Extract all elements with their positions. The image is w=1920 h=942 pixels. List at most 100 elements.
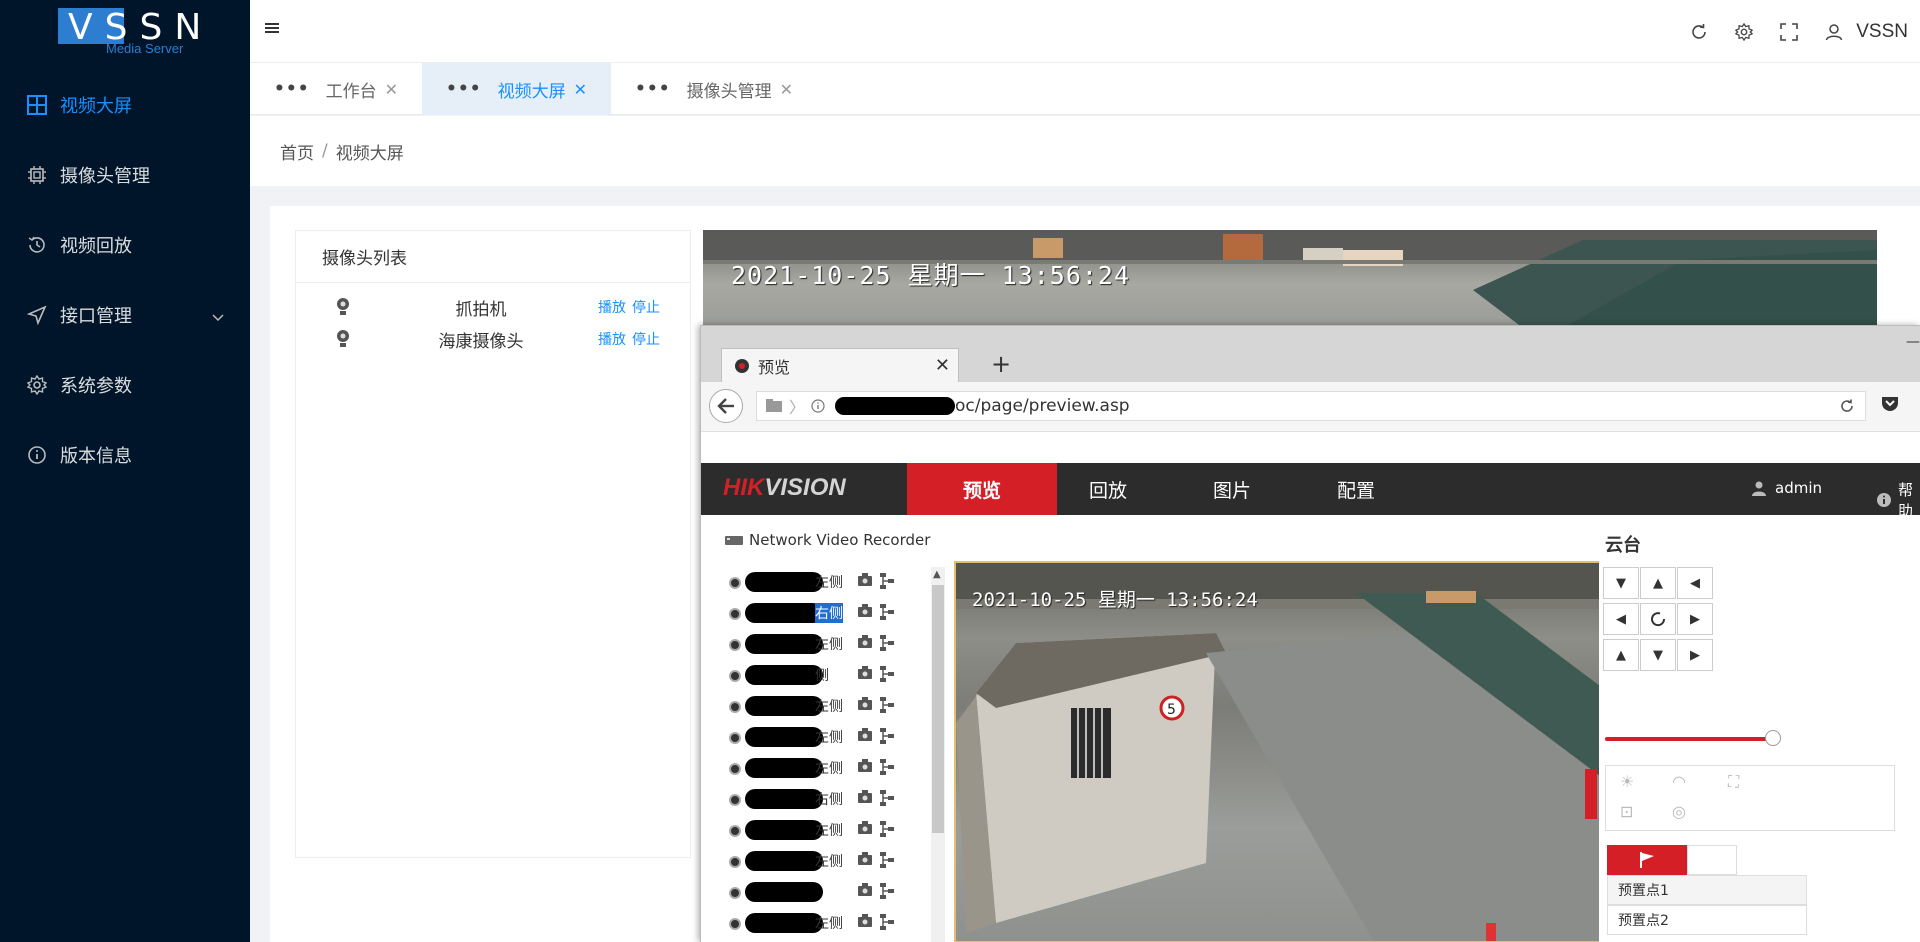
focus-icon[interactable]: ⛶ bbox=[1728, 772, 1739, 792]
sidebar-item-video-wall[interactable]: 视频大屏 bbox=[0, 70, 250, 140]
record-icon[interactable] bbox=[857, 604, 873, 622]
ptz-collapse-handle[interactable] bbox=[1585, 769, 1597, 819]
scroll-thumb[interactable] bbox=[932, 585, 944, 833]
channel-row[interactable]: 左侧 bbox=[723, 846, 894, 877]
channel-row[interactable]: 左侧 bbox=[723, 815, 894, 846]
record-icon[interactable] bbox=[857, 573, 873, 591]
more-icon[interactable]: ••• bbox=[274, 79, 310, 99]
wiper-icon[interactable]: ◠ bbox=[1672, 772, 1686, 791]
play-button[interactable]: 播放 bbox=[598, 300, 626, 316]
record-icon[interactable] bbox=[857, 635, 873, 653]
info-icon[interactable] bbox=[811, 399, 825, 413]
scroll-up-icon[interactable]: ▲ bbox=[933, 569, 941, 580]
3d-icon[interactable]: ◎ bbox=[1672, 802, 1686, 821]
channel-row[interactable]: 侧 bbox=[723, 660, 894, 691]
record-icon[interactable] bbox=[857, 728, 873, 746]
browser-tab[interactable]: 预览 ✕ bbox=[721, 348, 959, 382]
fullscreen-icon[interactable] bbox=[1779, 22, 1799, 42]
ptz-up-right-button[interactable]: ◀ bbox=[1677, 567, 1713, 599]
stream-icon[interactable] bbox=[879, 789, 895, 811]
close-icon[interactable]: ✕ bbox=[780, 80, 793, 99]
stream-icon[interactable] bbox=[879, 696, 895, 718]
ptz-down-right-button[interactable]: ▶ bbox=[1677, 639, 1713, 671]
sidebar-item-camera-management[interactable]: 摄像头管理 bbox=[0, 140, 250, 210]
channel-row[interactable]: 左侧 bbox=[723, 722, 894, 753]
nvr-title[interactable]: Network Video Recorder bbox=[725, 531, 930, 549]
settings-icon[interactable] bbox=[1734, 22, 1754, 42]
pocket-icon[interactable] bbox=[1881, 396, 1899, 416]
breadcrumb-home[interactable]: 首页 bbox=[280, 139, 314, 164]
sidebar-item-system-params[interactable]: 系统参数 bbox=[0, 350, 250, 420]
channel-row[interactable]: 左侧 bbox=[723, 567, 894, 598]
preset-tab[interactable] bbox=[1607, 845, 1687, 875]
ptz-left-button[interactable]: ◀ bbox=[1603, 603, 1639, 635]
more-icon[interactable]: ••• bbox=[446, 79, 482, 99]
video-player-top[interactable]: 2021-10-25 星期一 13:56:24 bbox=[703, 230, 1877, 328]
menu-toggle-icon[interactable] bbox=[264, 20, 284, 42]
channel-row[interactable]: 右侧 bbox=[723, 784, 894, 815]
close-icon[interactable]: ✕ bbox=[574, 80, 587, 99]
stream-icon[interactable] bbox=[879, 851, 895, 873]
channel-row[interactable] bbox=[723, 877, 894, 908]
hik-tab-config[interactable]: 配置 bbox=[1281, 463, 1431, 515]
reload-icon[interactable] bbox=[1839, 398, 1855, 414]
channel-row[interactable]: 左侧 bbox=[723, 908, 894, 939]
back-button[interactable] bbox=[709, 389, 743, 423]
ptz-auto-button[interactable] bbox=[1640, 603, 1676, 635]
record-icon[interactable] bbox=[857, 883, 873, 901]
stream-icon[interactable] bbox=[879, 634, 895, 656]
ptz-down-button[interactable]: ▼ bbox=[1640, 639, 1676, 671]
stream-icon[interactable] bbox=[879, 665, 895, 687]
record-icon[interactable] bbox=[857, 697, 873, 715]
tab-camera-management[interactable]: ••• 摄像头管理 ✕ bbox=[611, 63, 817, 115]
refresh-icon[interactable] bbox=[1689, 22, 1709, 42]
ptz-down-left-button[interactable]: ▲ bbox=[1603, 639, 1639, 671]
stream-icon[interactable] bbox=[879, 882, 895, 904]
play-button[interactable]: 播放 bbox=[598, 332, 626, 348]
patrol-tab[interactable] bbox=[1687, 845, 1737, 875]
ptz-up-button[interactable]: ▲ bbox=[1640, 567, 1676, 599]
close-icon[interactable]: ✕ bbox=[385, 80, 398, 99]
slider-handle[interactable] bbox=[1765, 730, 1781, 746]
stream-icon[interactable] bbox=[879, 758, 895, 780]
minimize-icon[interactable]: — bbox=[1906, 334, 1920, 350]
record-icon[interactable] bbox=[857, 852, 873, 870]
new-tab-button[interactable]: + bbox=[991, 350, 1011, 378]
sidebar-item-api-management[interactable]: 接口管理 bbox=[0, 280, 250, 350]
hik-user[interactable]: admin bbox=[1751, 479, 1822, 497]
record-icon[interactable] bbox=[857, 790, 873, 808]
stop-button[interactable]: 停止 bbox=[632, 332, 660, 348]
stream-icon[interactable] bbox=[879, 820, 895, 842]
stream-icon[interactable] bbox=[879, 913, 895, 935]
stream-icon[interactable] bbox=[879, 603, 895, 625]
ptz-speed-slider[interactable] bbox=[1605, 730, 1781, 746]
channel-row[interactable]: 左侧 bbox=[723, 629, 894, 660]
record-icon[interactable] bbox=[857, 759, 873, 777]
close-icon[interactable]: ✕ bbox=[935, 355, 950, 376]
record-icon[interactable] bbox=[857, 914, 873, 932]
light-icon[interactable]: ☀ bbox=[1620, 772, 1634, 791]
record-icon[interactable] bbox=[857, 821, 873, 839]
sidebar-item-version-info[interactable]: 版本信息 bbox=[0, 420, 250, 490]
channel-row[interactable]: 左侧 bbox=[723, 753, 894, 784]
hik-video-player[interactable]: 5 2021-10-25 星期一 13:56:24 bbox=[954, 561, 1634, 942]
channel-row[interactable]: 右侧 bbox=[723, 598, 894, 629]
url-input[interactable]: 〉 oc/page/preview.asp bbox=[756, 391, 1866, 421]
tab-video-wall[interactable]: ••• 视频大屏 ✕ bbox=[422, 63, 612, 115]
ptz-up-left-button[interactable]: ▼ bbox=[1603, 567, 1639, 599]
header-username[interactable]: VSSN bbox=[1856, 21, 1908, 43]
app-logo[interactable]: VSSN Media Server bbox=[58, 6, 201, 56]
ptz-right-button[interactable]: ▶ bbox=[1677, 603, 1713, 635]
channel-scrollbar[interactable]: ▲ bbox=[931, 567, 945, 942]
stream-icon[interactable] bbox=[879, 727, 895, 749]
stop-button[interactable]: 停止 bbox=[632, 300, 660, 316]
preset-item[interactable]: 预置点2 bbox=[1607, 905, 1807, 935]
stream-icon[interactable] bbox=[879, 572, 895, 594]
tab-workbench[interactable]: ••• 工作台 ✕ bbox=[250, 63, 422, 115]
user-icon[interactable] bbox=[1824, 22, 1844, 42]
channel-row[interactable]: 左侧 bbox=[723, 691, 894, 722]
more-icon[interactable]: ••• bbox=[635, 79, 671, 99]
record-icon[interactable] bbox=[857, 666, 873, 684]
preset-item[interactable]: 预置点1 bbox=[1607, 875, 1807, 905]
zoom-area-icon[interactable]: ⊡ bbox=[1620, 802, 1633, 821]
